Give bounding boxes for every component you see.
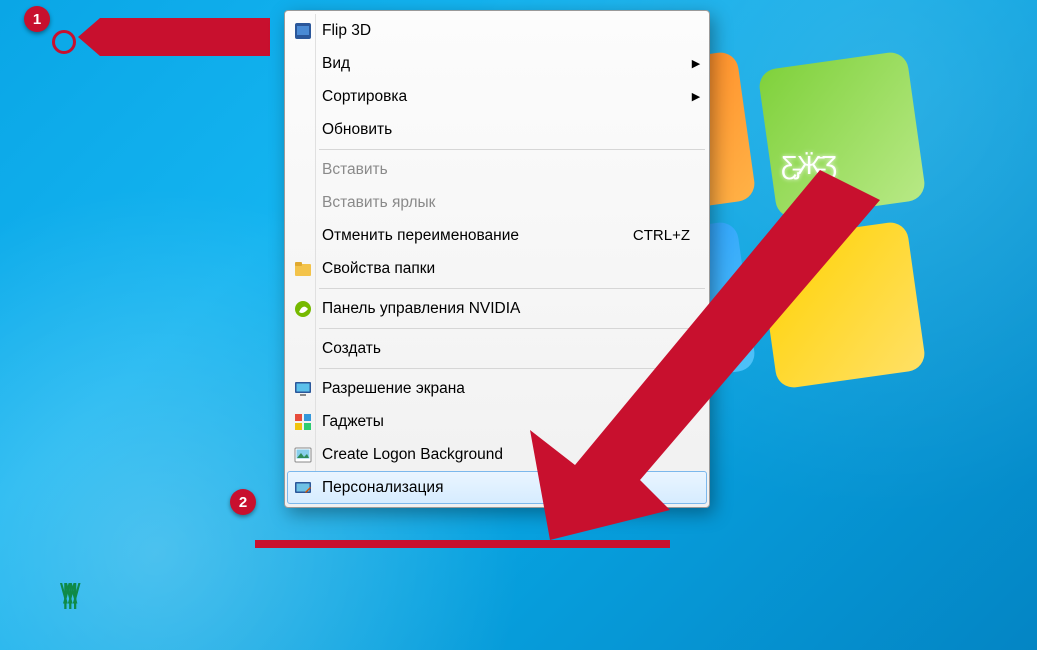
menu-item-new[interactable]: Создать ▶ (287, 332, 707, 365)
submenu-arrow-icon: ▶ (686, 57, 706, 70)
menu-label: Сортировка (318, 88, 686, 106)
menu-label: Персонализация (318, 479, 686, 497)
picture-icon (288, 446, 318, 464)
menu-item-folder-options[interactable]: Свойства папки (287, 252, 707, 285)
annotation-ring (52, 30, 76, 54)
personalize-icon (288, 479, 318, 497)
flip3d-icon (288, 22, 318, 40)
menu-label: Панель управления NVIDIA (318, 300, 686, 318)
annotation-arrow-1 (60, 10, 280, 70)
annotation-underline (255, 540, 670, 548)
menu-label: Вид (318, 55, 686, 73)
annotation-step-1: 1 (24, 6, 50, 32)
menu-item-paste-shortcut: Вставить ярлык (287, 186, 707, 219)
menu-label: Вставить ярлык (318, 194, 686, 212)
menu-separator (319, 288, 705, 289)
menu-shortcut: CTRL+Z (633, 227, 706, 244)
menu-item-sort[interactable]: Сортировка ▶ (287, 80, 707, 113)
menu-separator (319, 328, 705, 329)
submenu-arrow-icon: ▶ (686, 90, 706, 103)
submenu-arrow-icon: ▶ (686, 342, 706, 355)
menu-item-undo-rename[interactable]: Отменить переименование CTRL+Z (287, 219, 707, 252)
menu-item-view[interactable]: Вид ▶ (287, 47, 707, 80)
nvidia-icon (288, 300, 318, 318)
menu-item-gadgets[interactable]: Гаджеты (287, 405, 707, 438)
desktop-context-menu: Flip 3D Вид ▶ Сортировка ▶ Обновить Вста… (284, 10, 710, 508)
menu-item-personalization[interactable]: Персонализация (287, 471, 707, 504)
menu-separator (319, 368, 705, 369)
menu-item-nvidia[interactable]: Панель управления NVIDIA (287, 292, 707, 325)
monitor-icon (288, 380, 318, 398)
menu-label: Свойства папки (318, 260, 686, 278)
grass-decor: \|/\|/\|/ (60, 578, 75, 610)
gadgets-icon (288, 413, 318, 431)
menu-label: Разрешение экрана (318, 380, 686, 398)
menu-label: Create Logon Background (318, 446, 686, 464)
butterfly-decor: Ƹ̵̡Ӝ̵̨̄Ʒ (781, 150, 837, 181)
menu-item-screen-resolution[interactable]: Разрешение экрана (287, 372, 707, 405)
desktop[interactable]: Ƹ̵̡Ӝ̵̨̄Ʒ \|/\|/\|/ 1 Flip 3D Вид ▶ Сорти… (0, 0, 1037, 650)
menu-item-paste: Вставить (287, 153, 707, 186)
menu-label: Создать (318, 340, 686, 358)
menu-label: Гаджеты (318, 413, 686, 431)
menu-separator (319, 149, 705, 150)
menu-label: Обновить (318, 121, 686, 139)
menu-label: Вставить (318, 161, 686, 179)
folder-options-icon (288, 260, 318, 278)
annotation-step-2: 2 (230, 489, 256, 515)
menu-item-flip3d[interactable]: Flip 3D (287, 14, 707, 47)
menu-item-refresh[interactable]: Обновить (287, 113, 707, 146)
menu-item-create-logon-background[interactable]: Create Logon Background (287, 438, 707, 471)
menu-label: Flip 3D (318, 22, 686, 40)
menu-label: Отменить переименование (318, 227, 633, 245)
